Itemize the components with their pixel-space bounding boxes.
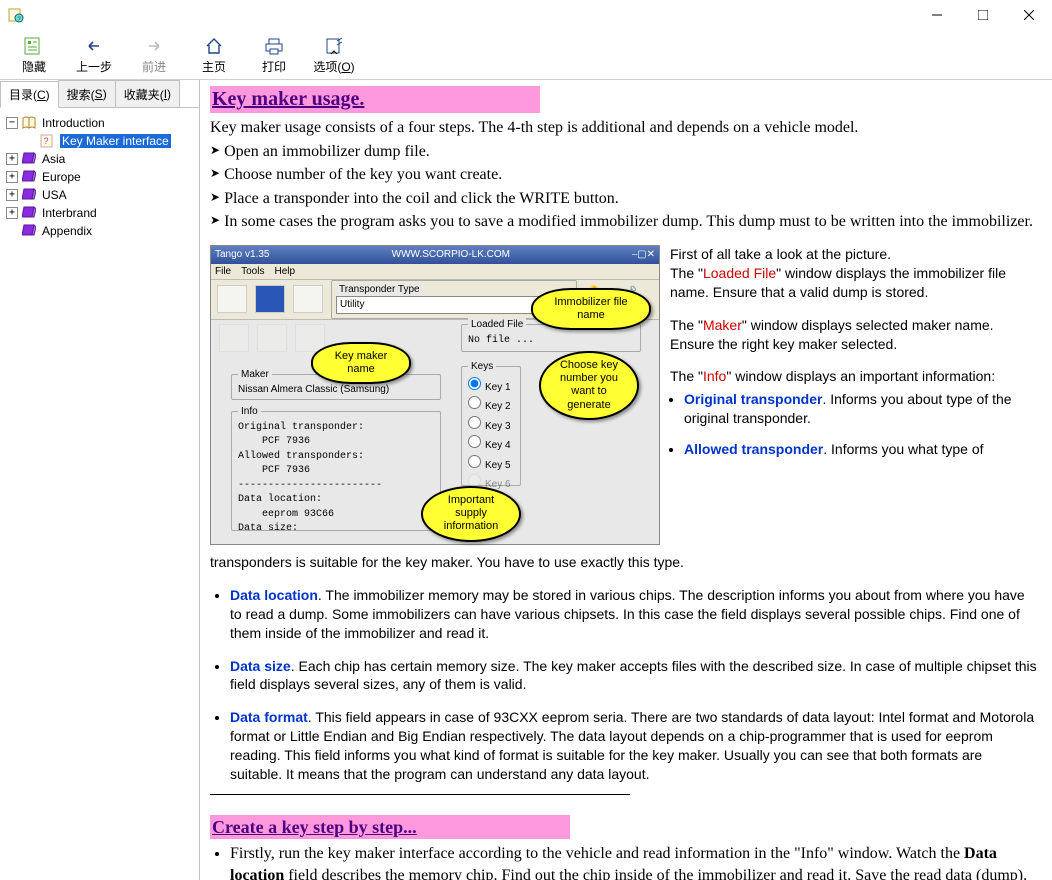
- options-button[interactable]: 选项(O): [304, 32, 364, 78]
- book-icon: [22, 188, 38, 202]
- titlebar: ?: [0, 0, 1052, 30]
- content-pane[interactable]: Key maker usage. Key maker usage consist…: [200, 80, 1052, 880]
- tree-node-usa[interactable]: +USA: [2, 186, 197, 204]
- tab-search[interactable]: 搜索(S): [58, 80, 116, 107]
- tree-node-key-maker-interface[interactable]: ? Key Maker interface: [2, 132, 197, 150]
- cont-text: transponders is suitable for the key mak…: [210, 553, 1038, 572]
- nav-tabs: 目录(C) 搜索(S) 收藏夹(I): [0, 80, 199, 108]
- bullet-data-size: Data size. Each chip has certain memory …: [230, 657, 1038, 695]
- options-icon: [323, 34, 345, 58]
- section-divider: [210, 794, 630, 795]
- heading-step-by-step: Create a key step by step...: [210, 815, 570, 839]
- expand-icon[interactable]: +: [6, 207, 18, 219]
- screenshot-illustration: Tango v1.35WWW.SCORPIO-LK.COM–▢✕ FileToo…: [210, 245, 660, 545]
- collapse-icon[interactable]: −: [6, 117, 18, 129]
- navigation-pane: 目录(C) 搜索(S) 收藏夹(I) − Introduction ? Key …: [0, 80, 200, 880]
- heading-key-maker-usage: Key maker usage.: [210, 86, 540, 113]
- print-icon: [263, 34, 285, 58]
- minimize-button[interactable]: [914, 0, 960, 30]
- book-icon: [22, 224, 38, 238]
- side-description: First of all take a look at the picture.…: [670, 245, 1038, 469]
- tab-favorites[interactable]: 收藏夹(I): [115, 80, 180, 107]
- step-1: Firstly, run the key maker interface acc…: [230, 843, 1038, 880]
- intro-text: Key maker usage consists of a four steps…: [210, 117, 1038, 139]
- toolbar: 隐藏 上一步 前进 主页 打印 选项(O): [0, 30, 1052, 80]
- callout-choose-key: Choose key number you want to generate: [539, 351, 639, 420]
- back-button[interactable]: 上一步: [64, 32, 124, 78]
- print-button[interactable]: 打印: [244, 32, 304, 78]
- tree-node-introduction[interactable]: − Introduction: [2, 114, 197, 132]
- help-icon: ?: [8, 7, 24, 23]
- hide-button[interactable]: 隐藏: [4, 32, 64, 78]
- callout-immobilizer-file: Immobilizer file name: [531, 288, 651, 330]
- contents-tree[interactable]: − Introduction ? Key Maker interface +As…: [0, 108, 199, 880]
- svg-text:?: ?: [43, 136, 48, 146]
- bullet-data-location: Data location. The immobilizer memory ma…: [230, 586, 1038, 643]
- steps-list: Open an immobilizer dump file. Choose nu…: [210, 141, 1038, 233]
- book-icon: [22, 206, 38, 220]
- expand-icon[interactable]: +: [6, 171, 18, 183]
- tab-contents[interactable]: 目录(C): [0, 81, 59, 108]
- close-button[interactable]: [1006, 0, 1052, 30]
- expand-icon[interactable]: +: [6, 153, 18, 165]
- callout-key-maker-name: Key maker name: [311, 342, 411, 384]
- book-icon: [22, 170, 38, 184]
- back-arrow-icon: [83, 34, 105, 58]
- expand-icon[interactable]: +: [6, 189, 18, 201]
- tree-node-appendix[interactable]: Appendix: [2, 222, 197, 240]
- maximize-button[interactable]: [960, 0, 1006, 30]
- forward-button: 前进: [124, 32, 184, 78]
- open-book-icon: [22, 116, 38, 130]
- callout-info: Important supply information: [421, 486, 521, 542]
- book-icon: [22, 152, 38, 166]
- topic-icon: ?: [40, 134, 56, 148]
- home-button[interactable]: 主页: [184, 32, 244, 78]
- forward-arrow-icon: [143, 34, 165, 58]
- bullet-data-format: Data format. This field appears in case …: [230, 708, 1038, 784]
- hide-icon: [23, 34, 45, 58]
- home-icon: [203, 34, 225, 58]
- tree-node-europe[interactable]: +Europe: [2, 168, 197, 186]
- tree-node-interbrand[interactable]: +Interbrand: [2, 204, 197, 222]
- tree-node-asia[interactable]: +Asia: [2, 150, 197, 168]
